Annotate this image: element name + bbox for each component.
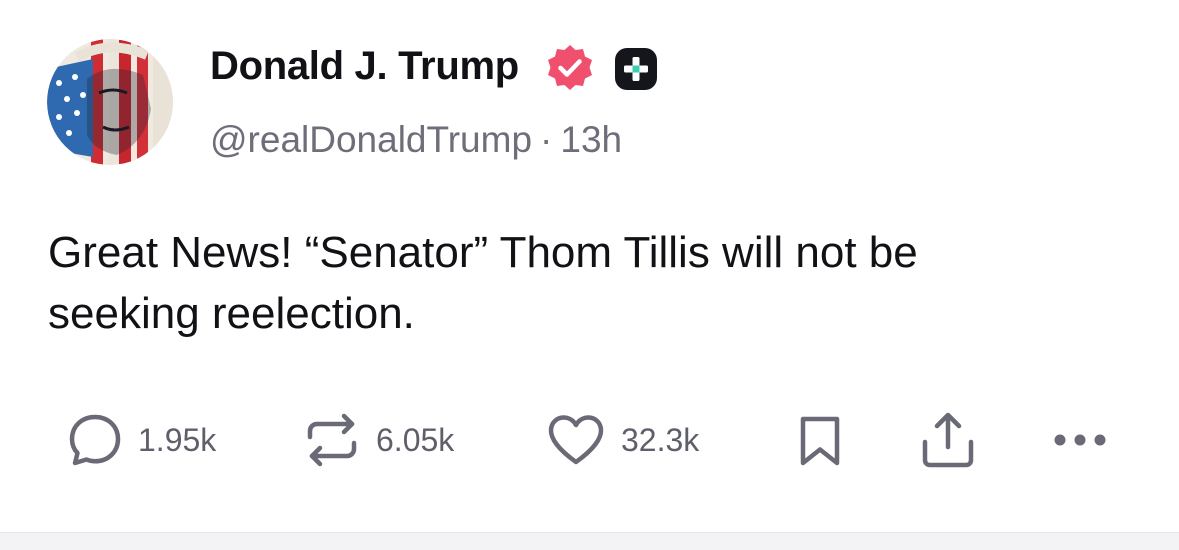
like-count: 32.3k xyxy=(621,422,700,458)
meta-separator: · xyxy=(540,119,553,160)
author-handle[interactable]: @realDonaldTrump xyxy=(210,119,532,160)
action-bar: 1.95k 6.05k 32.3k xyxy=(0,408,1179,472)
bookmark-icon xyxy=(800,416,840,466)
speech-bubble-icon xyxy=(69,414,121,466)
like-button[interactable]: 32.3k xyxy=(545,408,699,472)
share-icon xyxy=(922,412,974,468)
more-dots-icon xyxy=(1054,434,1106,446)
post-text: Great News! “Senator” Thom Tillis will n… xyxy=(48,228,918,338)
flag-portrait-avatar xyxy=(47,39,173,165)
feed-divider xyxy=(0,532,1179,550)
bookmark-button[interactable] xyxy=(790,408,850,472)
verified-badge-icon xyxy=(548,45,592,90)
plus-badge-icon xyxy=(615,48,657,90)
repost-icon xyxy=(307,413,357,467)
repost-count: 6.05k xyxy=(376,422,455,458)
heart-icon xyxy=(548,415,604,465)
avatar[interactable] xyxy=(47,39,173,165)
repost-button[interactable]: 6.05k xyxy=(302,408,454,472)
reply-count: 1.95k xyxy=(138,422,217,458)
post-timestamp[interactable]: 13h xyxy=(560,119,622,160)
more-options-button[interactable] xyxy=(1050,408,1114,472)
reply-button[interactable]: 1.95k xyxy=(66,408,216,472)
author-display-name[interactable]: Donald J. Trump xyxy=(210,40,519,92)
share-button[interactable] xyxy=(916,408,980,472)
author-meta: @realDonaldTrump · 13h xyxy=(210,115,622,165)
post-card[interactable]: Donald J. Trump @realDonaldTrump · 13h Gre… xyxy=(0,0,1179,532)
